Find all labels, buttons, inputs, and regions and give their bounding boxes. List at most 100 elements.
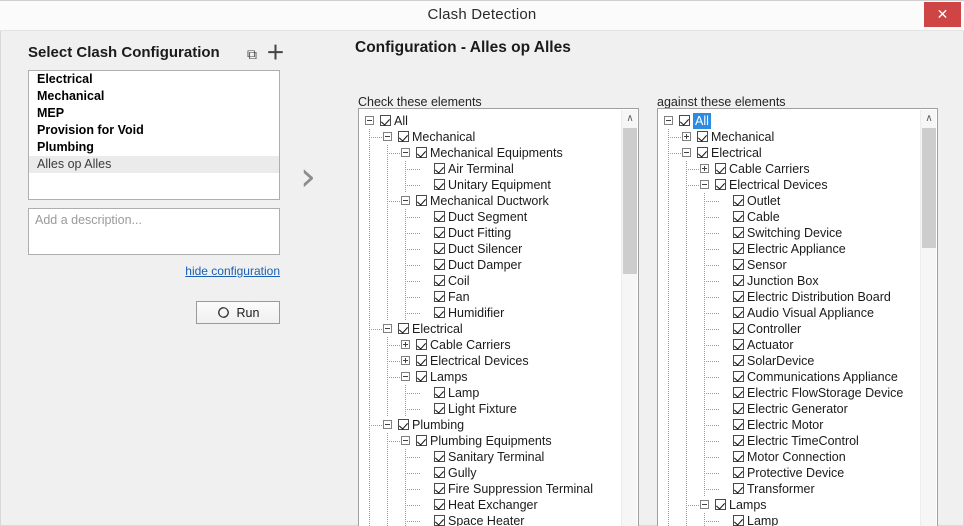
tree-row[interactable]: Electrical Devices <box>658 177 920 193</box>
tree-row[interactable]: Junction Box <box>658 273 920 289</box>
tree-checkbox[interactable] <box>733 275 744 286</box>
tree-checkbox[interactable] <box>398 419 409 430</box>
tree-row[interactable]: Switching Device <box>658 225 920 241</box>
tree-row[interactable]: Electrical Devices <box>359 353 621 369</box>
tree-checkbox[interactable] <box>733 371 744 382</box>
tree-row[interactable]: Audio Visual Appliance <box>658 305 920 321</box>
check-tree-scrollbar[interactable]: ∧ ∨ <box>621 110 637 526</box>
tree-checkbox[interactable] <box>715 163 726 174</box>
tree-row[interactable]: Air Terminal <box>359 161 621 177</box>
expand-icon[interactable] <box>401 340 410 349</box>
tree-row[interactable]: Cable Carriers <box>658 161 920 177</box>
tree-row[interactable]: Duct Segment <box>359 209 621 225</box>
tree-row[interactable]: Electric TimeControl <box>658 433 920 449</box>
collapse-icon[interactable] <box>383 420 392 429</box>
tree-row[interactable]: Sanitary Terminal <box>359 449 621 465</box>
tree-row[interactable]: Duct Fitting <box>359 225 621 241</box>
tree-checkbox[interactable] <box>679 115 690 126</box>
tree-row[interactable]: Plumbing <box>359 417 621 433</box>
tree-row[interactable]: Transformer <box>658 481 920 497</box>
tree-checkbox[interactable] <box>733 307 744 318</box>
tree-checkbox[interactable] <box>434 467 445 478</box>
tree-checkbox[interactable] <box>733 515 744 526</box>
tree-checkbox[interactable] <box>697 131 708 142</box>
tree-row[interactable]: Duct Damper <box>359 257 621 273</box>
description-input[interactable]: Add a description... <box>28 208 280 255</box>
tree-row[interactable]: Cable <box>658 209 920 225</box>
add-icon[interactable]: ＋ <box>266 44 285 63</box>
tree-row[interactable]: Electric Appliance <box>658 241 920 257</box>
tree-row[interactable]: Lamp <box>658 513 920 526</box>
chevron-right-icon[interactable]: › <box>300 156 332 198</box>
tree-row[interactable]: Space Heater <box>359 513 621 526</box>
tree-checkbox[interactable] <box>434 291 445 302</box>
tree-row[interactable]: Mechanical Ductwork <box>359 193 621 209</box>
copy-icon[interactable]: ⧉ <box>243 45 261 63</box>
tree-checkbox[interactable] <box>416 195 427 206</box>
tree-row[interactable]: Controller <box>658 321 920 337</box>
tree-checkbox[interactable] <box>733 211 744 222</box>
tree-checkbox[interactable] <box>434 515 445 526</box>
tree-row[interactable]: Gully <box>359 465 621 481</box>
tree-row[interactable]: Coil <box>359 273 621 289</box>
tree-row[interactable]: Mechanical Equipments <box>359 145 621 161</box>
tree-checkbox[interactable] <box>416 435 427 446</box>
tree-row[interactable]: Electrical <box>359 321 621 337</box>
list-item[interactable]: Electrical <box>29 71 279 88</box>
hide-configuration-link[interactable]: hide configuration <box>28 264 280 278</box>
collapse-icon[interactable] <box>664 116 673 125</box>
tree-row[interactable]: Protective Device <box>658 465 920 481</box>
tree-row[interactable]: Electric Generator <box>658 401 920 417</box>
tree-checkbox[interactable] <box>733 419 744 430</box>
tree-row[interactable]: Actuator <box>658 337 920 353</box>
tree-row[interactable]: Cable Carriers <box>359 337 621 353</box>
tree-checkbox[interactable] <box>434 163 445 174</box>
tree-checkbox[interactable] <box>434 259 445 270</box>
tree-row[interactable]: Lamp <box>359 385 621 401</box>
tree-row[interactable]: Plumbing Equipments <box>359 433 621 449</box>
tree-row[interactable]: Outlet <box>658 193 920 209</box>
tree-row[interactable]: Light Fixture <box>359 401 621 417</box>
scrollbar-thumb[interactable] <box>623 128 637 274</box>
collapse-icon[interactable] <box>401 148 410 157</box>
tree-checkbox[interactable] <box>416 339 427 350</box>
tree-checkbox[interactable] <box>733 291 744 302</box>
tree-row[interactable]: Electrical <box>658 145 920 161</box>
collapse-icon[interactable] <box>682 148 691 157</box>
tree-row[interactable]: Lamps <box>658 497 920 513</box>
tree-checkbox[interactable] <box>733 467 744 478</box>
tree-row[interactable]: Heat Exchanger <box>359 497 621 513</box>
run-button[interactable]: Run <box>196 301 280 324</box>
tree-checkbox[interactable] <box>697 147 708 158</box>
tree-row[interactable]: Electric Distribution Board <box>658 289 920 305</box>
tree-checkbox[interactable] <box>434 243 445 254</box>
list-item[interactable]: Mechanical <box>29 88 279 105</box>
tree-checkbox[interactable] <box>416 355 427 366</box>
tree-row[interactable]: Electric FlowStorage Device <box>658 385 920 401</box>
tree-checkbox[interactable] <box>733 323 744 334</box>
tree-checkbox[interactable] <box>733 355 744 366</box>
tree-checkbox[interactable] <box>733 451 744 462</box>
tree-checkbox[interactable] <box>733 387 744 398</box>
configuration-list[interactable]: Electrical Mechanical MEP Provision for Voi… <box>28 70 280 200</box>
tree-checkbox[interactable] <box>715 179 726 190</box>
collapse-icon[interactable] <box>383 324 392 333</box>
tree-checkbox[interactable] <box>416 147 427 158</box>
collapse-icon[interactable] <box>401 436 410 445</box>
expand-icon[interactable] <box>682 132 691 141</box>
tree-row[interactable]: Lamps <box>359 369 621 385</box>
tree-checkbox[interactable] <box>733 483 744 494</box>
tree-row[interactable]: All <box>658 113 920 129</box>
tree-checkbox[interactable] <box>715 499 726 510</box>
list-item[interactable]: Plumbing <box>29 139 279 156</box>
tree-row[interactable]: Mechanical <box>658 129 920 145</box>
tree-checkbox[interactable] <box>434 275 445 286</box>
tree-checkbox[interactable] <box>733 259 744 270</box>
tree-row[interactable]: Electric Motor <box>658 417 920 433</box>
list-item[interactable]: MEP <box>29 105 279 122</box>
tree-checkbox[interactable] <box>416 371 427 382</box>
collapse-icon[interactable] <box>401 372 410 381</box>
scroll-up-icon[interactable]: ∧ <box>921 110 937 127</box>
tree-row[interactable]: Fan <box>359 289 621 305</box>
tree-checkbox[interactable] <box>434 307 445 318</box>
